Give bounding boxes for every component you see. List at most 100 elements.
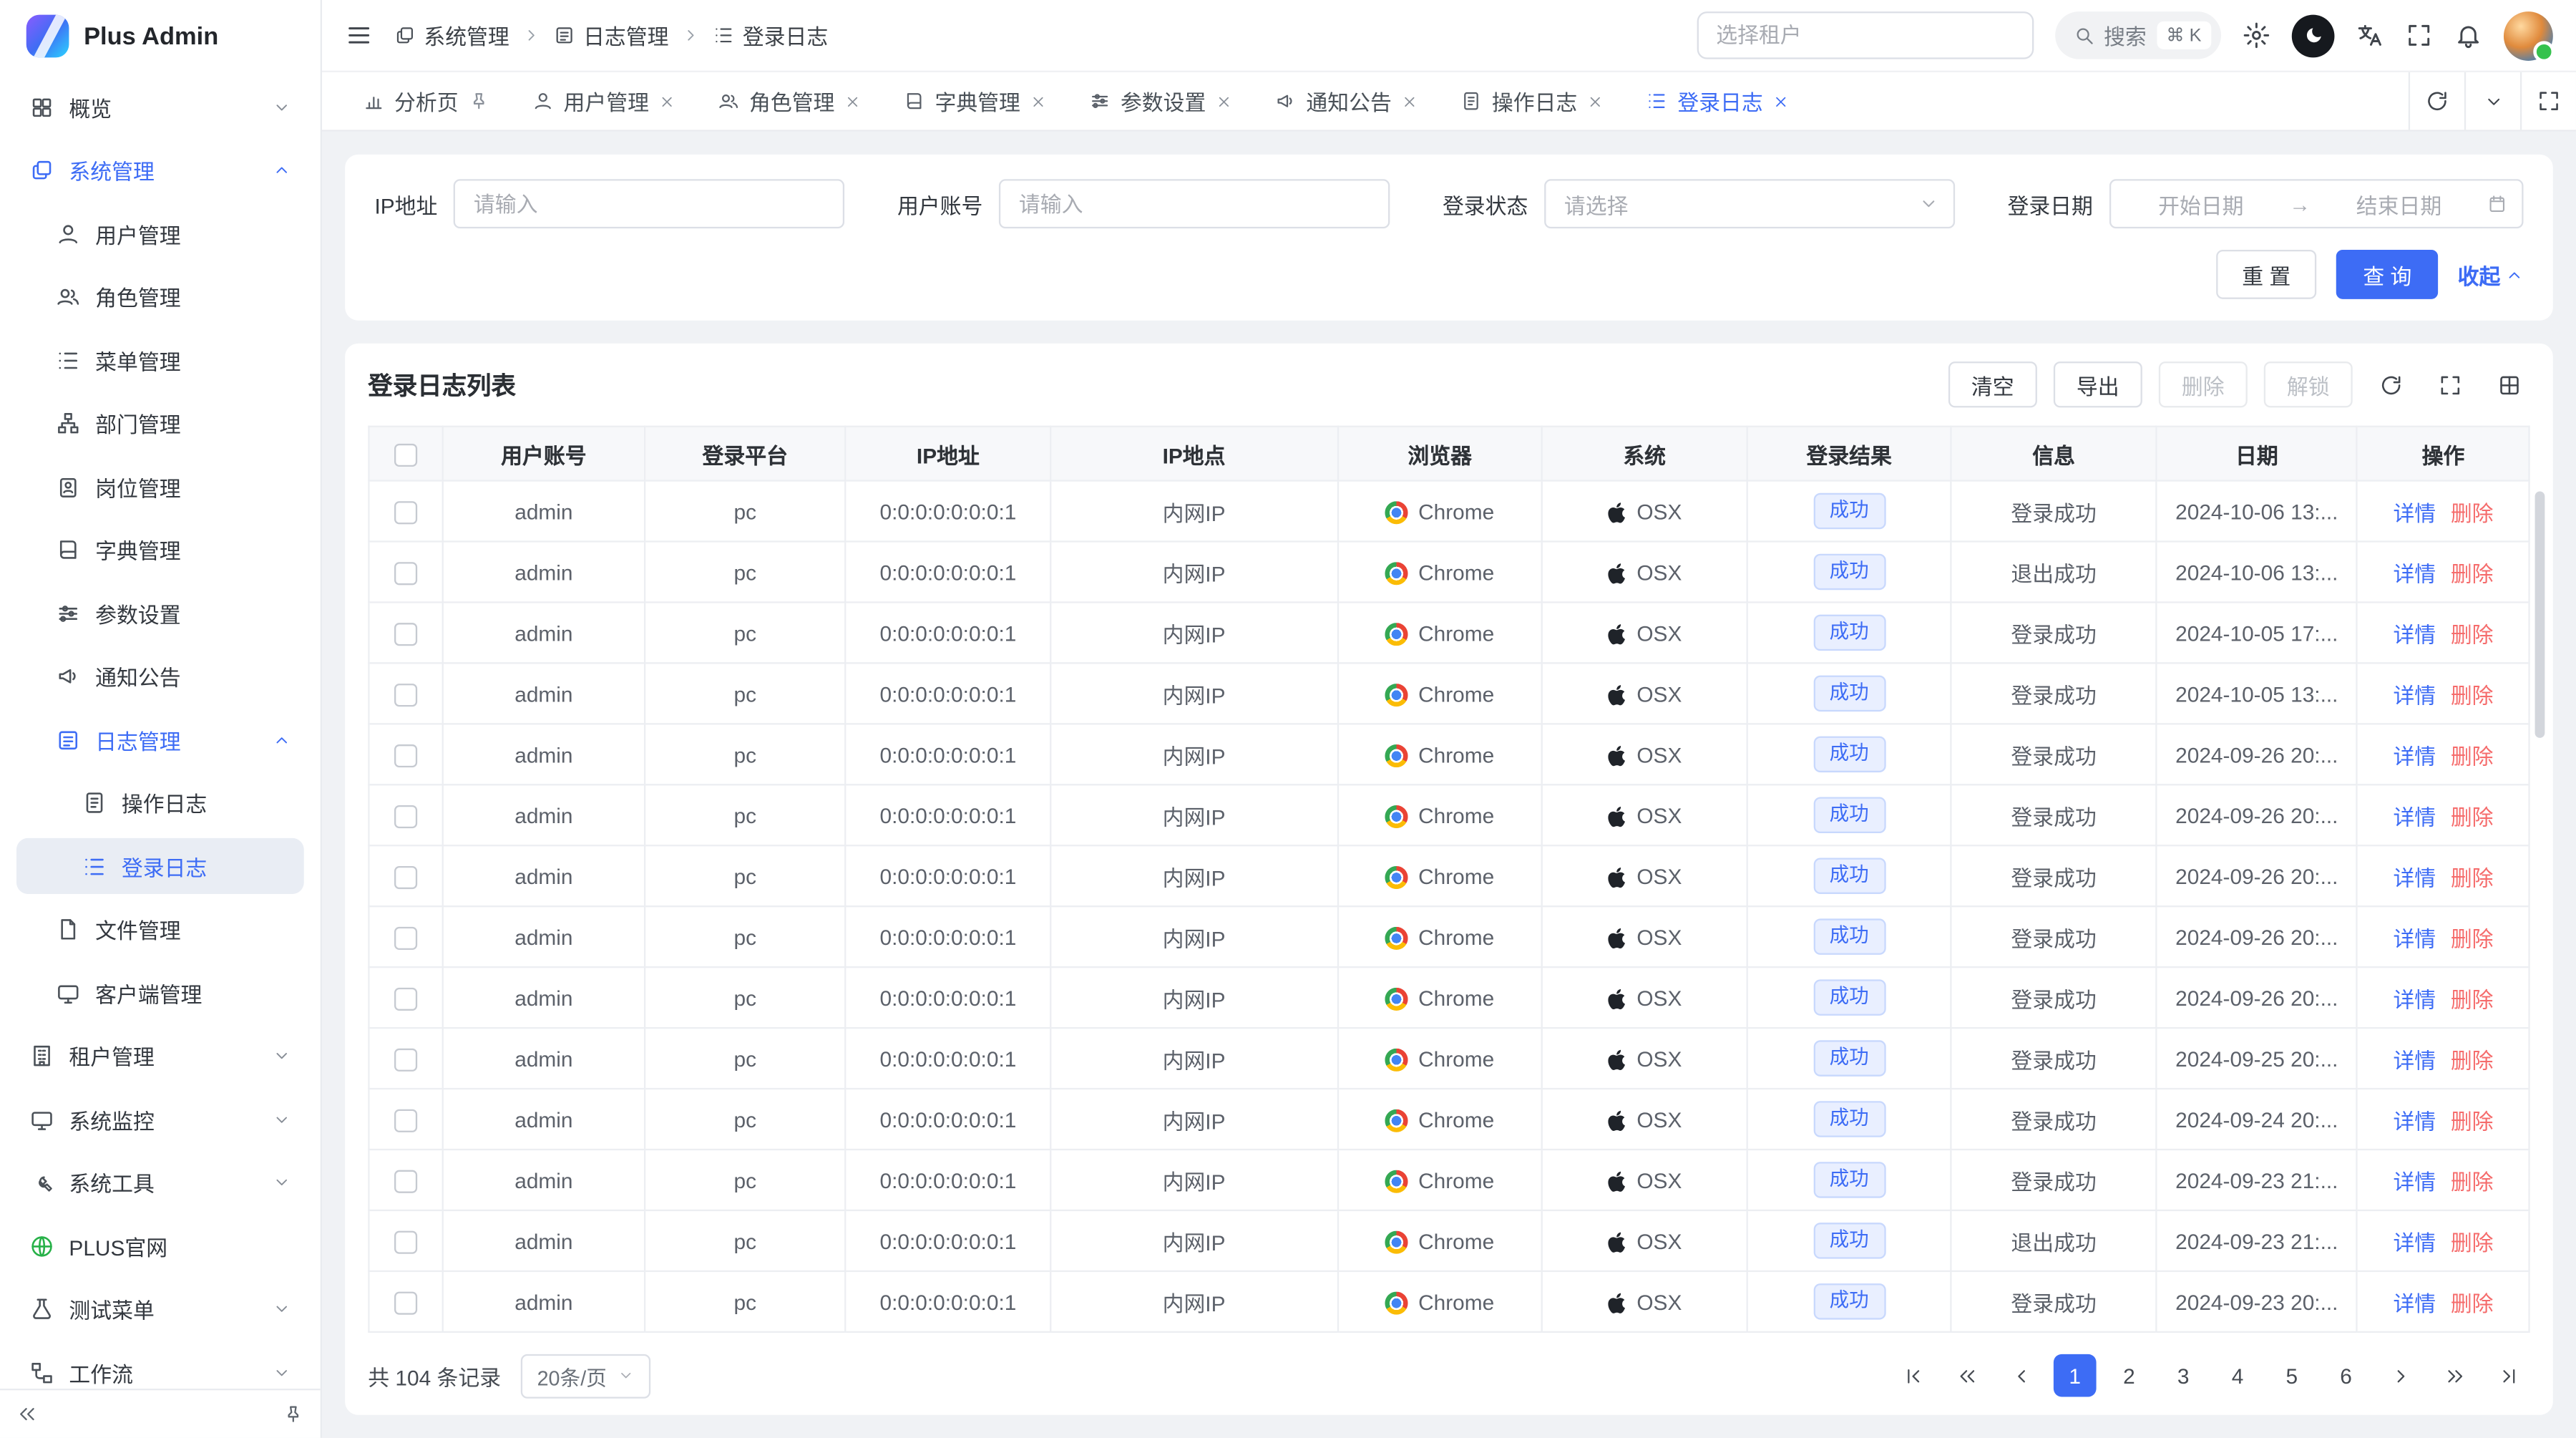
delete-link[interactable]: 删除 bbox=[2451, 1230, 2494, 1254]
search-button[interactable]: 查 询 bbox=[2337, 250, 2438, 299]
close-icon[interactable] bbox=[1773, 93, 1790, 110]
delete-link[interactable]: 删除 bbox=[2451, 1291, 2494, 1315]
login-date-range-picker[interactable]: 开始日期 → 结束日期 bbox=[2109, 179, 2524, 228]
sidebar-item-menu-management[interactable]: 菜单管理 bbox=[16, 332, 304, 388]
detail-link[interactable]: 详情 bbox=[2393, 500, 2436, 525]
detail-link[interactable]: 详情 bbox=[2393, 1230, 2436, 1254]
user-avatar[interactable] bbox=[2504, 11, 2553, 60]
hamburger-menu-icon[interactable] bbox=[345, 21, 373, 49]
detail-link[interactable]: 详情 bbox=[2393, 865, 2436, 890]
tab-dict-management[interactable]: 字典管理 bbox=[882, 72, 1068, 130]
detail-link[interactable]: 详情 bbox=[2393, 561, 2436, 586]
column-settings-button[interactable] bbox=[2487, 363, 2530, 406]
sidebar-item-tenant-management[interactable]: 租户管理 bbox=[16, 1028, 304, 1084]
sidebar-item-post-management[interactable]: 岗位管理 bbox=[16, 459, 304, 515]
row-checkbox[interactable] bbox=[394, 865, 417, 888]
fullscreen-icon[interactable] bbox=[2405, 21, 2433, 49]
unlock-button[interactable]: 解锁 bbox=[2264, 361, 2353, 407]
page-button-1[interactable]: 1 bbox=[2054, 1354, 2097, 1397]
reset-button[interactable]: 重 置 bbox=[2216, 250, 2317, 299]
detail-link[interactable]: 详情 bbox=[2393, 1109, 2436, 1133]
detail-link[interactable]: 详情 bbox=[2393, 683, 2436, 707]
sidebar-item-system-management[interactable]: 系统管理 bbox=[16, 142, 304, 198]
row-checkbox[interactable] bbox=[394, 1291, 417, 1314]
detail-link[interactable]: 详情 bbox=[2393, 1291, 2436, 1315]
delete-link[interactable]: 删除 bbox=[2451, 561, 2494, 586]
sidebar-item-param-settings[interactable]: 参数设置 bbox=[16, 585, 304, 641]
delete-link[interactable]: 删除 bbox=[2451, 926, 2494, 951]
global-search-button[interactable]: 搜索 ⌘ K bbox=[2054, 11, 2221, 59]
sidebar-item-system-monitor[interactable]: 系统监控 bbox=[16, 1091, 304, 1147]
prev-5-pages-button[interactable] bbox=[1945, 1354, 1988, 1397]
sidebar-item-client-management[interactable]: 客户端管理 bbox=[16, 965, 304, 1021]
breadcrumb-item-log-management[interactable]: 日志管理 bbox=[554, 20, 669, 52]
translate-icon[interactable] bbox=[2356, 21, 2384, 49]
sidebar-item-log-management[interactable]: 日志管理 bbox=[16, 711, 304, 767]
tab-param-settings[interactable]: 参数设置 bbox=[1068, 72, 1253, 130]
export-button[interactable]: 导出 bbox=[2054, 361, 2142, 407]
tab-user-management[interactable]: 用户管理 bbox=[511, 72, 696, 130]
delete-link[interactable]: 删除 bbox=[2451, 805, 2494, 829]
user-account-input[interactable] bbox=[999, 179, 1390, 228]
page-button-4[interactable]: 4 bbox=[2216, 1354, 2259, 1397]
delete-link[interactable]: 删除 bbox=[2451, 683, 2494, 707]
tabs-refresh-button[interactable] bbox=[2409, 72, 2464, 130]
tabs-dropdown-button[interactable] bbox=[2464, 72, 2520, 130]
sidebar-item-workflow[interactable]: 工作流 bbox=[16, 1344, 304, 1389]
close-icon[interactable] bbox=[1030, 93, 1047, 110]
row-checkbox[interactable] bbox=[394, 987, 417, 1010]
detail-link[interactable]: 详情 bbox=[2393, 1170, 2436, 1194]
row-checkbox[interactable] bbox=[394, 1048, 417, 1071]
detail-link[interactable]: 详情 bbox=[2393, 622, 2436, 646]
collapse-filter-link[interactable]: 收起 bbox=[2458, 259, 2524, 291]
row-checkbox[interactable] bbox=[394, 562, 417, 585]
tab-analysis[interactable]: 分析页 bbox=[342, 72, 512, 130]
close-icon[interactable] bbox=[844, 93, 861, 110]
login-status-select[interactable]: 请选择 bbox=[1544, 179, 1955, 228]
sidebar-item-login-log[interactable]: 登录日志 bbox=[16, 838, 304, 894]
refresh-table-button[interactable] bbox=[2369, 363, 2412, 406]
settings-gear-icon[interactable] bbox=[2243, 21, 2270, 49]
row-checkbox[interactable] bbox=[394, 1109, 417, 1132]
row-checkbox[interactable] bbox=[394, 1170, 417, 1192]
close-icon[interactable] bbox=[659, 93, 675, 110]
table-scrollbar[interactable] bbox=[2535, 491, 2545, 737]
row-checkbox[interactable] bbox=[394, 501, 417, 524]
detail-link[interactable]: 详情 bbox=[2393, 1048, 2436, 1072]
row-checkbox[interactable] bbox=[394, 805, 417, 827]
sidebar-item-plus-website[interactable]: PLUS官网 bbox=[16, 1218, 304, 1273]
pin-icon[interactable] bbox=[468, 90, 489, 112]
last-page-button[interactable] bbox=[2487, 1354, 2530, 1397]
sidebar-item-notice[interactable]: 通知公告 bbox=[16, 648, 304, 704]
page-button-2[interactable]: 2 bbox=[2108, 1354, 2151, 1397]
sidebar-item-overview[interactable]: 概览 bbox=[16, 79, 304, 135]
sidebar-item-system-tools[interactable]: 系统工具 bbox=[16, 1155, 304, 1210]
page-size-select[interactable]: 20条/页 bbox=[521, 1354, 651, 1398]
delete-link[interactable]: 删除 bbox=[2451, 987, 2494, 1011]
sidebar-item-test-menu[interactable]: 测试菜单 bbox=[16, 1281, 304, 1337]
sidebar-item-file-management[interactable]: 文件管理 bbox=[16, 901, 304, 957]
close-icon[interactable] bbox=[1587, 93, 1604, 110]
notification-bell-icon[interactable] bbox=[2454, 21, 2482, 49]
tab-notice[interactable]: 通知公告 bbox=[1254, 72, 1439, 130]
detail-link[interactable]: 详情 bbox=[2393, 926, 2436, 951]
page-button-3[interactable]: 3 bbox=[2162, 1354, 2205, 1397]
row-checkbox[interactable] bbox=[394, 623, 417, 646]
breadcrumb-item-system[interactable]: 系统管理 bbox=[394, 20, 509, 52]
sidebar-item-dict-management[interactable]: 字典管理 bbox=[16, 522, 304, 578]
clear-button[interactable]: 清空 bbox=[1948, 361, 2037, 407]
delete-link[interactable]: 删除 bbox=[2451, 1170, 2494, 1194]
tenant-select-input[interactable] bbox=[1697, 11, 2034, 59]
delete-link[interactable]: 删除 bbox=[2451, 500, 2494, 525]
next-5-pages-button[interactable] bbox=[2433, 1354, 2476, 1397]
tab-operation-log[interactable]: 操作日志 bbox=[1439, 72, 1624, 130]
sidebar-item-role-management[interactable]: 角色管理 bbox=[16, 268, 304, 324]
tabs-fullscreen-button[interactable] bbox=[2520, 72, 2576, 130]
close-icon[interactable] bbox=[1402, 93, 1418, 110]
delete-link[interactable]: 删除 bbox=[2451, 744, 2494, 768]
detail-link[interactable]: 详情 bbox=[2393, 744, 2436, 768]
sidebar-pin-icon[interactable] bbox=[283, 1404, 304, 1425]
first-page-button[interactable] bbox=[1891, 1354, 1934, 1397]
row-checkbox[interactable] bbox=[394, 1230, 417, 1253]
dark-mode-toggle[interactable] bbox=[2292, 14, 2335, 57]
